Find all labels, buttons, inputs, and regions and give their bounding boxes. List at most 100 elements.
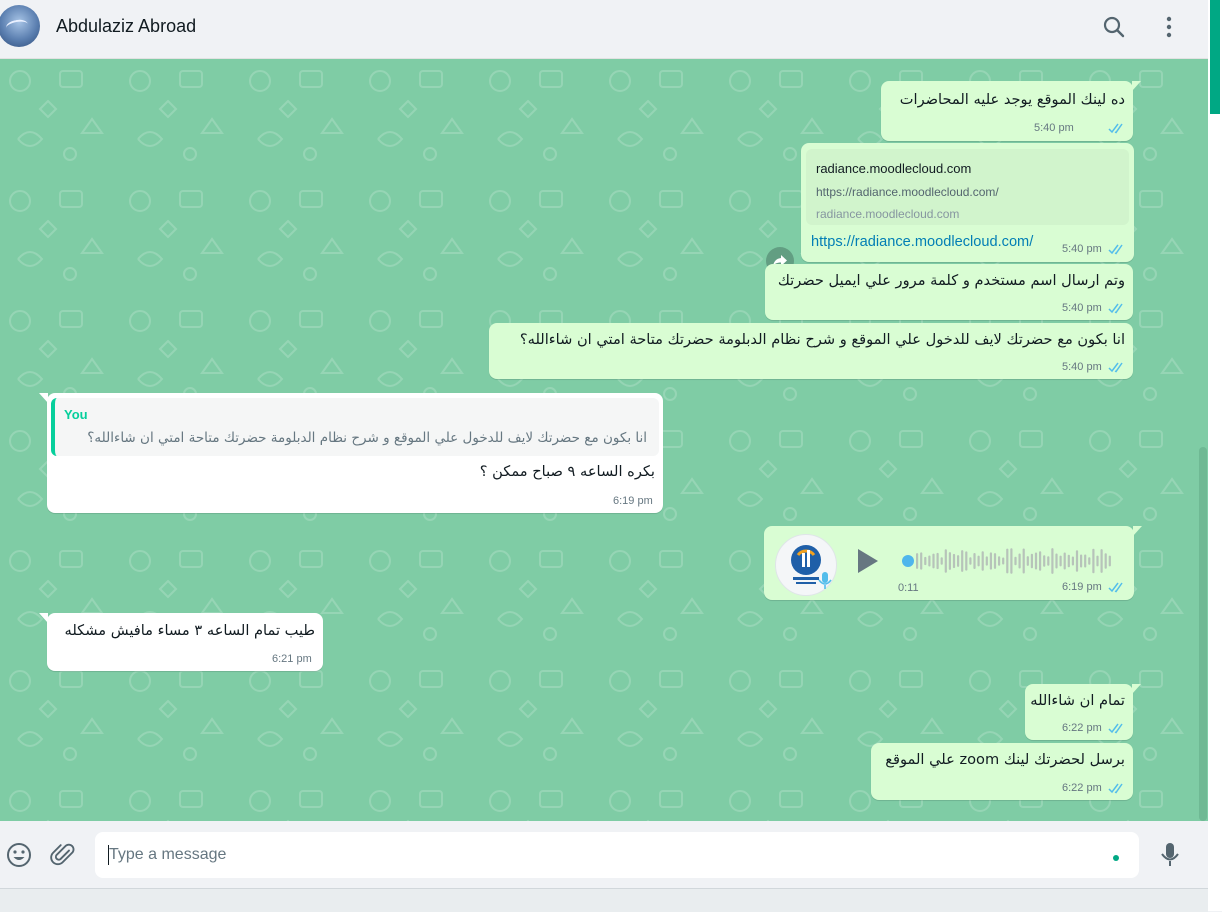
waveform-bar: [1084, 554, 1087, 568]
message-text: برسل لحضرتك لينك zoom علي الموقع: [885, 751, 1125, 768]
message-text: ده لينك الموقع يوجد عليه المحاضرات: [899, 91, 1125, 108]
quoted-author: You: [64, 407, 88, 422]
window-bottom-edge: [0, 888, 1208, 912]
message-time: 5:40 pm: [1062, 361, 1102, 373]
waveform-bar: [924, 556, 927, 566]
voice-waveform[interactable]: [902, 546, 1112, 576]
waveform-bar: [1006, 548, 1009, 574]
message-link[interactable]: https://radiance.moodlecloud.com/: [811, 234, 1033, 250]
waveform-bar: [920, 552, 923, 570]
waveform-bar: [1063, 552, 1066, 570]
message-time: 5:40 pm: [1062, 243, 1102, 255]
search-icon[interactable]: [1101, 14, 1127, 40]
waveform-bar: [1100, 549, 1103, 573]
voice-progress-dot: [902, 555, 914, 567]
message-out[interactable]: برسل لحضرتك لينك zoom علي الموقع 6:22 pm: [871, 743, 1133, 800]
link-preview-description: https://radiance.moodlecloud.com/: [816, 185, 999, 199]
read-ticks-icon: [1108, 723, 1123, 734]
message-input[interactable]: [95, 832, 1139, 878]
waveform-bar: [948, 552, 951, 570]
waveform-bar: [961, 550, 964, 572]
read-ticks-icon: [1108, 783, 1123, 794]
waveform-bar: [1055, 553, 1058, 569]
menu-icon[interactable]: [1156, 14, 1182, 40]
emoji-icon[interactable]: [5, 841, 33, 869]
waveform-bar: [1022, 548, 1025, 574]
input-status-dot: [1113, 855, 1119, 861]
waveform-bar: [1075, 550, 1079, 572]
waveform-bar: [985, 556, 988, 566]
link-preview-title: radiance.moodlecloud.com: [816, 161, 972, 176]
message-in-reply[interactable]: You انا بكون مع حضرتك لايف للدخول علي ال…: [39, 393, 663, 513]
message-time: 6:22 pm: [1062, 722, 1102, 734]
message-out[interactable]: ده لينك الموقع يوجد عليه المحاضرات 5:40 …: [881, 81, 1141, 141]
waveform-bar: [1039, 551, 1042, 571]
waveform-bar: [936, 552, 939, 570]
mic-badge-icon: [818, 572, 832, 589]
waveform-bar: [1034, 552, 1038, 570]
waveform-bar: [916, 553, 919, 569]
waveform-bar: [1010, 548, 1013, 574]
waveform-bar: [1026, 556, 1029, 566]
conversation-panel[interactable]: ده لينك الموقع يوجد عليه المحاضرات 5:40 …: [0, 59, 1208, 821]
message-time: 6:21 pm: [272, 653, 312, 665]
message-time: 5:40 pm: [1034, 122, 1074, 134]
waveform-bar: [1108, 555, 1111, 567]
chat-scrollbar[interactable]: [1199, 447, 1207, 821]
waveform-bar: [1092, 548, 1095, 574]
waveform-bar: [928, 555, 931, 567]
quoted-message[interactable]: You انا بكون مع حضرتك لايف للدخول علي ال…: [51, 398, 659, 456]
play-icon[interactable]: [854, 546, 880, 576]
message-out[interactable]: وتم ارسال اسم مستخدم و كلمة مرور علي ايم…: [765, 264, 1133, 320]
waveform-bar: [1080, 554, 1083, 568]
waveform-bar: [998, 556, 1001, 566]
message-time: 6:19 pm: [613, 495, 653, 507]
waveform-bar: [1096, 555, 1099, 567]
waveform-bar: [1104, 553, 1107, 569]
waveform-bar: [1051, 548, 1054, 574]
waveform-bar: [1014, 556, 1017, 566]
voice-duration: 0:11: [898, 582, 919, 594]
waveform-bar: [1071, 556, 1074, 566]
contact-avatar[interactable]: [0, 5, 40, 47]
read-ticks-icon: [1108, 303, 1123, 314]
mic-icon[interactable]: [1156, 841, 1184, 869]
waveform-bar: [952, 553, 956, 569]
message-time: 6:19 pm: [1062, 581, 1102, 593]
message-time: 5:40 pm: [1062, 302, 1102, 314]
message-text: تمام ان شاءالله: [1030, 692, 1125, 709]
read-ticks-icon: [1108, 123, 1123, 134]
waveform-bar: [1067, 554, 1070, 568]
message-time: 6:22 pm: [1062, 782, 1102, 794]
message-text: بكره الساعه ٩ صباح ممكن ؟: [479, 463, 655, 480]
waveform-bar: [969, 557, 972, 565]
message-text: انا بكون مع حضرتك لايف للدخول علي الموقع…: [519, 331, 1125, 348]
waveform-bar: [1030, 553, 1033, 569]
waveform-bar: [940, 557, 943, 565]
waveform-bar: [977, 555, 980, 567]
message-out[interactable]: تمام ان شاءالله 6:22 pm: [1025, 684, 1141, 740]
link-preview-card[interactable]: radiance.moodlecloud.com https://radianc…: [806, 149, 1129, 225]
message-text: وتم ارسال اسم مستخدم و كلمة مرور علي ايم…: [777, 272, 1125, 289]
waveform-bar: [993, 553, 997, 569]
waveform-bar: [1043, 555, 1046, 567]
text-caret: [108, 845, 109, 865]
quoted-text: انا بكون مع حضرتك لايف للدخول علي الموقع…: [87, 430, 647, 446]
read-ticks-icon: [1108, 244, 1123, 255]
chat-header: Abdulaziz Abroad: [0, 0, 1208, 59]
waveform-bar: [1088, 557, 1091, 565]
waveform-bar: [1059, 555, 1062, 567]
message-text: طيب تمام الساعه ٣ مساء مافيش مشكله: [64, 622, 315, 639]
waveform-bar: [957, 555, 960, 567]
voice-message[interactable]: 0:11 6:19 pm: [764, 526, 1142, 600]
message-out-link[interactable]: radiance.moodlecloud.com https://radianc…: [801, 143, 1134, 262]
message-out[interactable]: انا بكون مع حضرتك لايف للدخول علي الموقع…: [489, 323, 1133, 379]
message-in[interactable]: طيب تمام الساعه ٣ مساء مافيش مشكله 6:21 …: [39, 613, 323, 671]
contact-name[interactable]: Abdulaziz Abroad: [56, 16, 196, 37]
side-panel-edge: [1208, 0, 1222, 911]
message-composer: [0, 821, 1208, 888]
attach-icon[interactable]: [50, 841, 78, 869]
waveform-bar: [1047, 556, 1050, 566]
waveform-bar: [973, 553, 976, 569]
waveform-bar: [981, 551, 984, 571]
